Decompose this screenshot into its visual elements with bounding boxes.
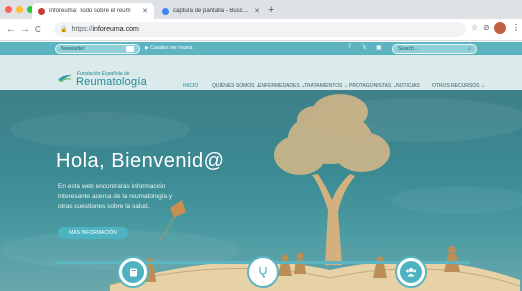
bookmark-star-icon[interactable]: ☆ [471,23,478,32]
facebook-icon[interactable]: f [349,44,351,50]
book-icon [122,261,144,283]
browser-window: Inforeuma: Todo sobre el reum ✕ captura … [0,0,522,291]
reload-button[interactable]: C [35,22,41,38]
minimize-window-button[interactable] [16,6,23,13]
site-header: Fundación Española de Reumatología INICI… [0,55,522,92]
search-icon[interactable]: ⌕ [468,46,471,52]
tab-google-search[interactable]: captura de pantalla - Buscar c ✕ [156,3,266,19]
tab-title: captura de pantalla - Buscar c [173,8,251,14]
feature-users[interactable] [395,256,427,288]
extension-icon[interactable]: ⊘ [483,23,490,32]
feature-book[interactable] [117,256,149,288]
window-controls [5,6,34,13]
forward-button[interactable]: → [20,22,30,38]
close-tab-icon[interactable]: ✕ [254,7,260,15]
google-favicon-icon [162,7,169,15]
tab-inforeuma[interactable]: Inforeuma: Todo sobre el reum ✕ [32,3,154,19]
users-icon [400,261,422,283]
site-search-field[interactable]: Search... ⌕ [392,44,477,54]
stethoscope-icon [252,261,274,283]
url-domain: inforeuma.com [92,26,139,33]
newsletter-label: Newsletter [61,46,85,52]
new-tab-button[interactable]: + [268,3,274,17]
inforeuma-favicon-icon [38,7,45,15]
channel-label: Canales ser reuma [150,45,193,51]
feature-stethoscope[interactable] [247,256,279,288]
logo-title[interactable]: Reumatología [76,76,147,88]
tab-title: Inforeuma: Todo sobre el reum [49,8,131,14]
newsletter-field[interactable]: Newsletter [55,44,140,54]
search-placeholder: Search... [398,46,419,52]
hero-title: Hola, Bienvenid@ [56,150,225,172]
url-scheme: https:// [71,26,93,33]
twitter-icon[interactable]: 𝕏 [362,44,367,51]
more-info-button[interactable]: MÁS INFORMACIÓN [58,227,128,239]
browser-toolbar: ← → C 🔒 https://inforeuma.com ☆ ⊘ ⋮ [0,19,522,41]
page-content: Newsletter ▶ Canales ser reuma f 𝕏 ▣ Sea… [0,42,522,291]
back-button[interactable]: ← [6,22,16,38]
browser-menu-icon[interactable]: ⋮ [512,23,520,32]
close-window-button[interactable] [5,6,12,13]
channel-link[interactable]: ▶ Canales ser reuma [145,45,192,51]
instagram-icon[interactable]: ▣ [376,44,382,51]
site-top-bar: Newsletter ▶ Canales ser reuma f 𝕏 ▣ Sea… [0,42,522,55]
close-tab-icon[interactable]: ✕ [142,7,148,15]
lock-icon: 🔒 [60,27,68,33]
tab-strip: Inforeuma: Todo sobre el reum ✕ captura … [0,0,522,19]
hero-description: En esta web encontrarás información inte… [58,183,173,210]
address-bar[interactable]: 🔒 https://inforeuma.com [54,22,466,37]
profile-avatar[interactable] [494,22,506,34]
envelope-icon[interactable] [126,46,134,52]
logo-swoosh-icon [58,74,72,83]
